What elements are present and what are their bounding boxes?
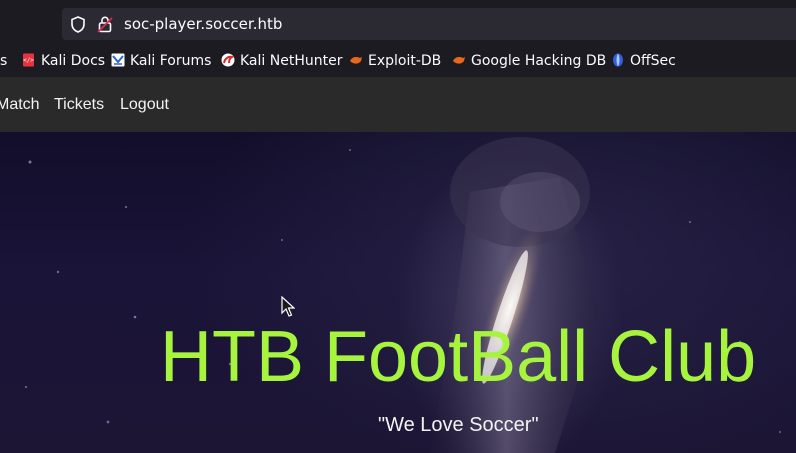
nav-link-tickets[interactable]: Tickets bbox=[54, 95, 104, 115]
bookmark-label: Kali Forums bbox=[130, 53, 212, 69]
hero-background-image bbox=[25, 137, 781, 453]
bookmark-kali-docs[interactable]: </> Kali Docs bbox=[22, 51, 105, 71]
site-navbar: Match Tickets Logout bbox=[0, 77, 796, 132]
bookmark-label: OffSec bbox=[630, 53, 676, 69]
bookmark-label: Kali Docs bbox=[41, 53, 106, 69]
kali-docs-icon: </> bbox=[22, 53, 36, 67]
hero-tagline: "We Love Soccer" bbox=[378, 414, 539, 436]
kali-nethunter-icon bbox=[221, 53, 235, 67]
bookmark-partial[interactable]: s bbox=[0, 51, 7, 71]
svg-text:</>: </> bbox=[23, 57, 34, 64]
bookmarks-bar: s </> Kali Docs Kali Forums Kali NetHunt… bbox=[0, 46, 796, 75]
bookmark-kali-nethunter[interactable]: Kali NetHunter bbox=[221, 51, 342, 71]
hero-section: HTB FootBall Club "We Love Soccer" bbox=[0, 132, 796, 453]
bookmark-google-hacking-db[interactable]: Google Hacking DB bbox=[452, 51, 606, 71]
address-bar[interactable]: soc-player.soccer.htb bbox=[62, 8, 796, 40]
exploit-db-icon bbox=[349, 53, 363, 67]
bookmark-label: Google Hacking DB bbox=[471, 53, 607, 69]
bookmark-kali-forums[interactable]: Kali Forums bbox=[111, 51, 211, 71]
browser-window: soc-player.soccer.htb s </> Kali Docs Ka… bbox=[0, 0, 796, 453]
insecure-lock-icon[interactable] bbox=[97, 15, 113, 37]
ghdb-icon bbox=[452, 53, 466, 67]
mouse-cursor-icon bbox=[281, 296, 295, 317]
hero-title: HTB FootBall Club bbox=[160, 317, 757, 397]
kali-forums-icon bbox=[111, 53, 125, 67]
nav-link-logout[interactable]: Logout bbox=[120, 95, 169, 115]
bookmark-label: Kali NetHunter bbox=[240, 53, 343, 69]
bookmark-exploit-db[interactable]: Exploit-DB bbox=[349, 51, 441, 71]
bookmark-offsec[interactable]: OffSec bbox=[611, 51, 676, 71]
browser-toolbar: soc-player.soccer.htb bbox=[0, 0, 796, 46]
shield-icon[interactable] bbox=[70, 16, 86, 37]
bookmark-label: Exploit-DB bbox=[368, 53, 442, 69]
offsec-icon bbox=[611, 53, 625, 67]
nav-link-match[interactable]: Match bbox=[0, 95, 40, 115]
url-text[interactable]: soc-player.soccer.htb bbox=[124, 15, 282, 33]
bookmark-label: s bbox=[0, 53, 8, 69]
